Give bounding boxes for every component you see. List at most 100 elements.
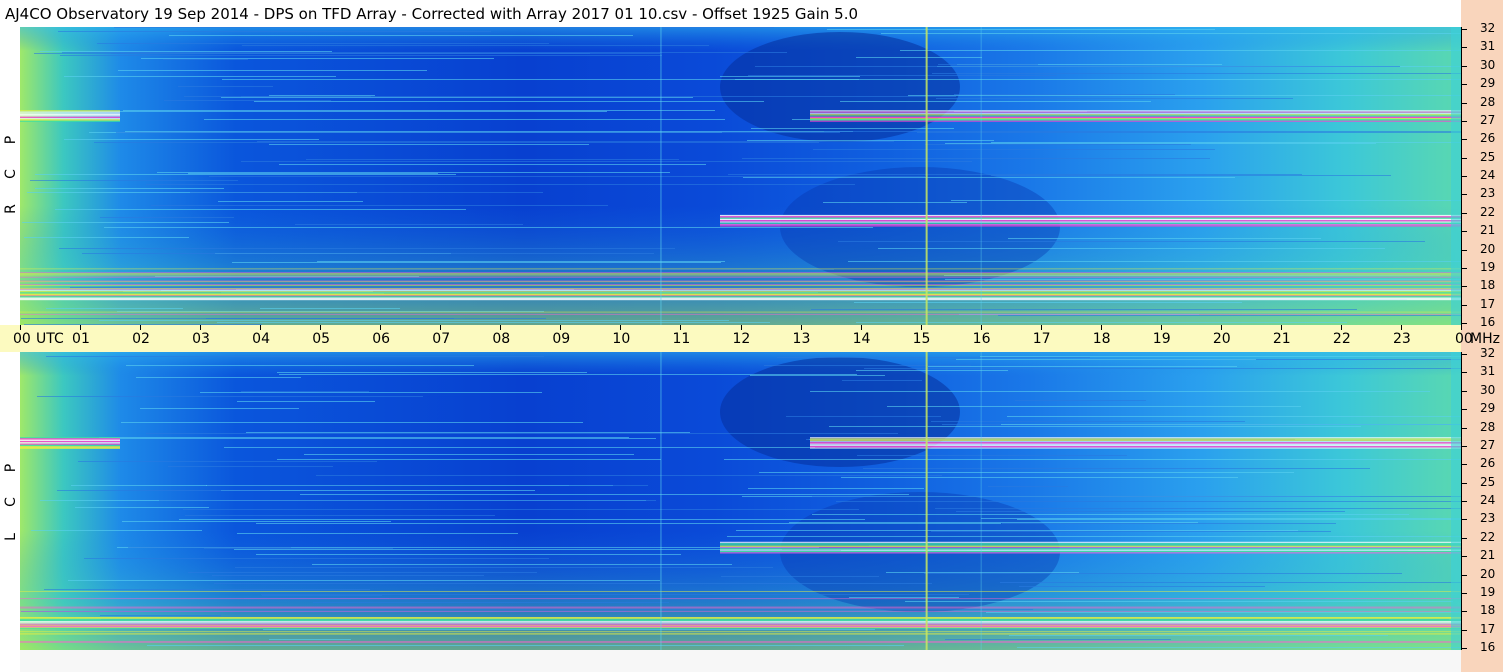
noise-streak (991, 175, 1391, 176)
interference-band (810, 447, 1461, 449)
noise-streak (262, 595, 382, 596)
noise-streak (188, 173, 438, 174)
time-tick (800, 325, 802, 330)
interference-band (20, 114, 120, 116)
freq-tick (1461, 537, 1467, 539)
freq-tick-label: 29 (1480, 401, 1496, 416)
noise-streak (37, 396, 423, 397)
noise-streak (849, 597, 959, 598)
time-tick (1400, 325, 1402, 330)
freq-tick (1461, 592, 1467, 594)
noise-streak (857, 455, 1127, 456)
noise-streak (836, 501, 1461, 502)
noise-streak (222, 79, 859, 80)
low-freq-band (20, 273, 1461, 275)
interference-band (810, 117, 1461, 120)
noise-streak (99, 437, 629, 438)
interference-band (20, 111, 120, 113)
noise-streak (748, 488, 924, 489)
vertical-feature (925, 27, 928, 325)
low-freq-band (20, 276, 1461, 278)
noise-streak (269, 144, 589, 145)
time-tick (380, 325, 382, 330)
noise-streak (256, 523, 1001, 524)
rcp-letter-p: P (3, 135, 19, 145)
interference-band (720, 549, 1461, 551)
time-tick-label: 19 (1152, 331, 1171, 347)
noise-streak (1000, 582, 1461, 583)
freq-tick (1461, 464, 1467, 466)
freq-tick-label: 27 (1480, 112, 1496, 127)
noise-streak (720, 76, 860, 77)
chart-title: AJ4CO Observatory 19 Sep 2014 - DPS on T… (5, 5, 859, 23)
time-tick (440, 325, 442, 330)
noise-streak (35, 174, 456, 175)
noise-streak (279, 164, 706, 165)
time-tick-label: 17 (1032, 331, 1051, 347)
noise-streak (94, 142, 819, 143)
interference-band (720, 545, 1461, 548)
noise-streak (122, 521, 391, 522)
noise-streak (829, 426, 1361, 427)
noise-streak (159, 500, 656, 501)
freq-tick-label: 31 (1480, 364, 1496, 379)
noise-streak (755, 66, 1400, 67)
low-freq-band (20, 618, 1461, 620)
freq-tick (1461, 120, 1467, 122)
noise-streak (261, 594, 969, 595)
interference-band (720, 218, 1461, 221)
time-tick-label: 03 (192, 331, 210, 347)
low-freq-band (20, 633, 1461, 635)
noise-streak (207, 485, 648, 486)
low-freq-band (20, 280, 1461, 282)
noise-streak (928, 366, 1237, 367)
noise-streak (863, 468, 1370, 469)
freq-tick (1461, 194, 1467, 196)
noise-streak (126, 365, 474, 366)
noise-streak (204, 119, 725, 120)
noise-streak (281, 609, 1033, 610)
lcp-spectrogram-image (20, 352, 1461, 650)
low-freq-band (20, 285, 1461, 287)
vertical-feature (925, 352, 928, 650)
noise-streak (116, 132, 840, 133)
interference-band (810, 439, 1461, 441)
time-tick (500, 325, 502, 330)
noise-streak (44, 589, 370, 590)
noise-streak (169, 35, 633, 36)
interference-band (810, 120, 1461, 122)
noise-streak (956, 359, 1256, 360)
freq-tick (1461, 267, 1467, 269)
freq-tick (1461, 157, 1467, 159)
rcp-letter-r: R (3, 204, 19, 214)
low-freq-band (20, 632, 1461, 634)
noise-streak (980, 356, 1461, 357)
noise-streak (164, 100, 331, 101)
noise-streak (62, 52, 787, 53)
freq-tick-label: 32 (1480, 21, 1496, 35)
noise-streak (924, 573, 1402, 574)
noise-streak (241, 161, 972, 162)
interference-band (720, 552, 1461, 554)
freq-tick (1461, 47, 1467, 49)
freq-tick-label: 27 (1480, 437, 1496, 452)
noise-streak (991, 142, 1461, 143)
interference-band (810, 444, 1461, 447)
time-tick-label: 08 (492, 331, 511, 347)
noise-streak (100, 217, 234, 218)
low-freq-band (20, 288, 1461, 290)
interference-band (810, 116, 1461, 119)
noise-streak (224, 447, 815, 448)
interference-band (20, 293, 1461, 295)
noise-streak (78, 461, 377, 462)
noise-streak (21, 318, 546, 319)
time-tick-label: 14 (852, 331, 871, 347)
noise-streak (951, 200, 1461, 201)
interference-band (810, 114, 1461, 116)
time-tick (1040, 325, 1042, 330)
noise-streak (748, 75, 1057, 76)
noise-streak (789, 522, 1198, 523)
time-tick-label: 12 (732, 331, 751, 347)
time-tick-label: 07 (432, 331, 451, 347)
noise-streak (743, 177, 1235, 178)
